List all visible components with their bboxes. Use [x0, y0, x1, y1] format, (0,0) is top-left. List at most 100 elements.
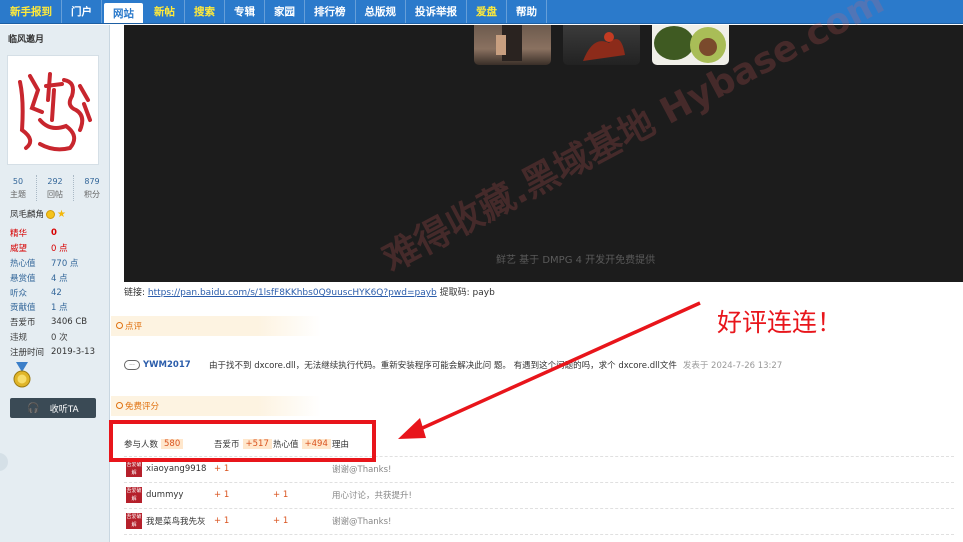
- nav-item[interactable]: 搜索: [185, 0, 225, 23]
- property-row: 热心值 770 点: [10, 256, 110, 271]
- video-thumbnail-1[interactable]: [474, 25, 551, 65]
- nav-item[interactable]: 家园: [265, 0, 305, 23]
- stat-number: 879: [84, 177, 100, 186]
- rater-reason: 用心讨论，共获提升!: [332, 491, 412, 501]
- video-caption: 鲜艺 基于 DMPG 4 开发开免费提供: [496, 255, 656, 266]
- rank-label: 凤毛麟角: [10, 210, 45, 220]
- review-time: 发表于 2024-7-26 13:27: [682, 361, 783, 371]
- rating-section-title: 免费评分: [111, 396, 321, 416]
- follow-button[interactable]: 🎧 收听TA: [10, 398, 96, 418]
- video-thumbnail-2[interactable]: [563, 25, 640, 65]
- property-row: 精华 0: [10, 226, 110, 241]
- stat-item[interactable]: 292 回帖: [37, 175, 74, 201]
- property-row: 违规 0 次: [10, 330, 110, 345]
- download-link[interactable]: https://pan.baidu.com/s/1lsfF8KKhbs0Q9uu…: [148, 288, 437, 298]
- property-row: 听众 42: [10, 285, 110, 300]
- divider: [124, 508, 954, 509]
- video-player[interactable]: 鲜艺 基于 DMPG 4 开发开免费提供: [124, 25, 963, 282]
- rater-avatar[interactable]: 吾爱破解: [126, 461, 142, 477]
- divider: [124, 482, 954, 483]
- headphones-icon: 🎧: [27, 402, 40, 414]
- thumbnail-rooster-image: [583, 32, 625, 61]
- property-value: 1 点: [51, 303, 68, 314]
- review-user[interactable]: YWM2017: [143, 360, 209, 370]
- nav-item[interactable]: 排行榜: [305, 0, 356, 23]
- stat-label: 主题: [10, 190, 26, 199]
- rating-title-text: 免费评分: [125, 402, 160, 412]
- extract-code: 提取码: payb: [436, 288, 495, 298]
- rater-coin: + 1: [214, 490, 230, 500]
- nav-item[interactable]: 门户: [62, 0, 102, 23]
- rater-heart: + 1: [273, 516, 289, 526]
- nav-item[interactable]: 专辑: [225, 0, 265, 23]
- property-key: 违规: [10, 332, 28, 343]
- property-value: 0: [51, 228, 57, 239]
- rating-row: 吾爱破解 dummyy + 1 + 1 用心讨论，共获提升!: [124, 487, 954, 503]
- nav-item[interactable]: 总版规: [356, 0, 406, 23]
- property-value: 42: [51, 287, 62, 298]
- property-value: 2019-3-13: [51, 346, 95, 357]
- rater-name[interactable]: 我是菜鸟我先灰: [146, 515, 209, 527]
- rater-name[interactable]: xiaoyang9918: [146, 464, 209, 474]
- property-key: 注册时间: [10, 347, 45, 358]
- user-properties: 精华 0 威望 0 点热心值 770 点悬赏值 4 点听众 42 贡献值 1 点吾爱币 3406 …: [10, 226, 110, 359]
- thumbnail-figure-image: [496, 25, 522, 61]
- link-prefix: 链接:: [124, 288, 148, 298]
- review-comment: ··· YWM2017 由于找不到 dxcore.dll，无法继续执行代码。重新…: [124, 358, 954, 372]
- stat-number: 292: [47, 177, 63, 186]
- medal-icon[interactable]: [12, 362, 32, 389]
- stat-label: 回帖: [47, 190, 63, 199]
- user-stats: 50 主题 292 回帖 879 积分: [0, 175, 110, 201]
- nav-item[interactable]: 帮助: [507, 0, 547, 23]
- divider: [124, 534, 954, 535]
- review-section-title: 点评: [111, 316, 321, 336]
- stat-label: 积分: [84, 190, 100, 199]
- page-root: 新手报到 门户 网站 新帖 搜索 专辑 家园 排行榜 总版规 投诉举报 爱盘 帮助 临风邀月 50 主题…: [0, 0, 963, 542]
- author-name[interactable]: 临风邀月: [8, 32, 44, 45]
- property-key: 威望: [10, 244, 28, 255]
- property-row: 悬赏值 4 点: [10, 270, 110, 285]
- stat-item[interactable]: 879 积分: [74, 175, 110, 201]
- property-row: 贡献值 1 点: [10, 300, 110, 315]
- stat-item[interactable]: 50 主题: [0, 175, 37, 201]
- avatar[interactable]: [7, 55, 99, 165]
- nav-item[interactable]: 新帖: [145, 0, 185, 23]
- rater-reason: 谢谢@Thanks!: [332, 517, 392, 527]
- rater-heart: + 1: [273, 490, 289, 500]
- video-thumbnail-3[interactable]: [652, 25, 729, 65]
- user-rank: 凤毛麟角 ★: [10, 208, 66, 220]
- nav-item[interactable]: 网站: [104, 3, 143, 23]
- download-link-line: 链接: https://pan.baidu.com/s/1lsfF8KKhbs0…: [124, 285, 495, 298]
- rater-avatar[interactable]: 吾爱破解: [126, 513, 142, 529]
- property-value: 0 点: [51, 244, 68, 255]
- property-value: 3406 CB: [51, 317, 88, 328]
- stat-number: 50: [12, 177, 24, 186]
- annotation-highlight-box: [109, 420, 376, 462]
- property-row: 吾爱币 3406 CB: [10, 315, 110, 330]
- annotation-text: 好评连连！: [717, 308, 843, 337]
- property-value: 0 次: [51, 332, 68, 343]
- rater-avatar[interactable]: 吾爱破解: [126, 487, 142, 503]
- property-key: 吾爱币: [10, 318, 36, 329]
- rating-row: 吾爱破解 我是菜鸟我先灰 + 1 + 1 谢谢@Thanks!: [124, 513, 954, 529]
- property-value: 4 点: [51, 273, 68, 284]
- property-key: 悬赏值: [10, 273, 36, 284]
- property-key: 贡献值: [10, 303, 36, 314]
- sidebar-collapse-handle[interactable]: [0, 453, 8, 471]
- comment-icon: ···: [124, 360, 140, 370]
- nav-item[interactable]: 投诉举报: [406, 0, 467, 23]
- top-nav: 新手报到 门户 网站 新帖 搜索 专辑 家园 排行榜 总版规 投诉举报 爱盘 帮助: [0, 0, 963, 24]
- review-title-text: 点评: [125, 322, 143, 332]
- property-key: 精华: [10, 229, 28, 240]
- rater-name[interactable]: dummyy: [146, 490, 209, 500]
- nav-item[interactable]: 爱盘: [467, 0, 507, 23]
- rater-coin: + 1: [214, 464, 230, 474]
- property-value: 770 点: [51, 258, 79, 269]
- smile-icon: [46, 209, 56, 219]
- property-key: 热心值: [10, 258, 36, 269]
- star-icon: ★: [57, 208, 66, 220]
- user-sidebar: 临风邀月 50 主题 292 回帖 879 积分 凤毛麟角 ★ 精华 0 威望 0 点热心值 77…: [0, 25, 110, 542]
- thumbnail-avocado-image: [654, 26, 726, 63]
- nav-item[interactable]: 新手报到: [1, 0, 62, 23]
- property-key: 听众: [10, 288, 28, 299]
